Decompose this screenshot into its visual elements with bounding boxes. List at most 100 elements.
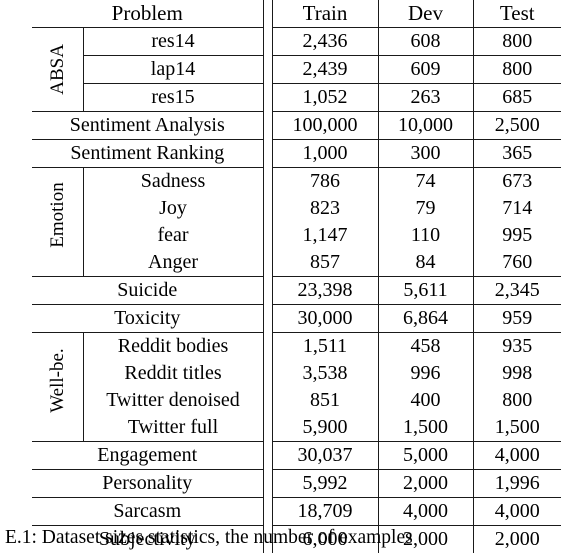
cell-test: 1,500 <box>473 414 561 442</box>
cell-dev: 110 <box>378 222 473 249</box>
cell-test: 760 <box>473 249 561 277</box>
cell-train: 1,147 <box>272 222 378 249</box>
cell-train: 1,511 <box>272 333 378 361</box>
cell-train: 2,436 <box>272 28 378 56</box>
table-row: Suicide23,3985,6112,345 <box>32 277 561 305</box>
cell-train: 857 <box>272 249 378 277</box>
cell-dev: 996 <box>378 360 473 387</box>
cell-train: 23,398 <box>272 277 378 305</box>
cell-dev: 609 <box>378 56 473 84</box>
cell-train: 823 <box>272 195 378 222</box>
cell-dev: 400 <box>378 387 473 414</box>
column-divider-double-rule <box>263 28 272 56</box>
cell-problem: Sentiment Ranking <box>32 140 263 168</box>
cell-dev: 10,000 <box>378 112 473 140</box>
column-divider-double-rule <box>263 195 272 222</box>
row-group-label-emotion: Emotion <box>32 168 83 277</box>
cell-test: 1,996 <box>473 470 561 498</box>
cell-train: 5,900 <box>272 414 378 442</box>
cell-dev: 300 <box>378 140 473 168</box>
cell-test: 2,500 <box>473 112 561 140</box>
row-group-label-text: Well-be. <box>48 362 67 413</box>
cell-problem: res15 <box>83 84 263 112</box>
column-divider-double-rule <box>263 140 272 168</box>
cell-problem: fear <box>83 222 263 249</box>
table-body: ProblemTrainDevTestABSAres142,436608800l… <box>32 0 561 553</box>
table-caption: le E.1: Dataset sizes statistics, the nu… <box>0 527 582 548</box>
cell-test: 714 <box>473 195 561 222</box>
cell-problem: Reddit titles <box>83 360 263 387</box>
dataset-statistics-table-container: ProblemTrainDevTestABSAres142,436608800l… <box>32 0 561 553</box>
cell-problem: res14 <box>83 28 263 56</box>
cell-dev: 74 <box>378 168 473 196</box>
table-row: fear 1,147110995 <box>32 222 561 249</box>
column-header-problem: Problem <box>32 0 263 28</box>
cell-test: 4,000 <box>473 442 561 470</box>
cell-test: 959 <box>473 305 561 333</box>
cell-problem: lap14 <box>83 56 263 84</box>
column-divider-double-rule <box>263 0 272 28</box>
column-divider-double-rule <box>263 112 272 140</box>
table-row: Well-be.Reddit bodies1,511458935 <box>32 333 561 361</box>
cell-problem: Sadness <box>83 168 263 196</box>
cell-problem: Engagement <box>32 442 263 470</box>
cell-train: 3,538 <box>272 360 378 387</box>
table-row: Twitter full5,9001,5001,500 <box>32 414 561 442</box>
table-row: EmotionSadness78674673 <box>32 168 561 196</box>
table-row: lap14 2,439609800 <box>32 56 561 84</box>
column-header-dev: Dev <box>378 0 473 28</box>
cell-train: 18,709 <box>272 498 378 526</box>
row-group-label-absa: ABSA <box>32 28 83 112</box>
cell-train: 2,439 <box>272 56 378 84</box>
column-divider-double-rule <box>263 168 272 196</box>
cell-test: 685 <box>473 84 561 112</box>
cell-test: 4,000 <box>473 498 561 526</box>
cell-train: 30,037 <box>272 442 378 470</box>
column-divider-double-rule <box>263 277 272 305</box>
cell-problem: Toxicity <box>32 305 263 333</box>
cell-problem: Twitter denoised <box>83 387 263 414</box>
table-row: Sarcasm18,7094,0004,000 <box>32 498 561 526</box>
table-caption-text: le E.1: Dataset sizes statistics, the nu… <box>0 527 582 548</box>
column-divider-double-rule <box>263 360 272 387</box>
column-divider-double-rule <box>263 470 272 498</box>
cell-dev: 79 <box>378 195 473 222</box>
cell-test: 365 <box>473 140 561 168</box>
cell-test: 995 <box>473 222 561 249</box>
column-divider-double-rule <box>263 249 272 277</box>
cell-train: 5,992 <box>272 470 378 498</box>
table-header-row: ProblemTrainDevTest <box>32 0 561 28</box>
cell-dev: 2,000 <box>378 470 473 498</box>
cell-dev: 84 <box>378 249 473 277</box>
table-row: Sentiment Analysis100,00010,0002,500 <box>32 112 561 140</box>
column-divider-double-rule <box>263 387 272 414</box>
column-divider-double-rule <box>263 222 272 249</box>
cell-train: 1,000 <box>272 140 378 168</box>
column-divider-double-rule <box>263 305 272 333</box>
cell-dev: 458 <box>378 333 473 361</box>
cell-dev: 5,000 <box>378 442 473 470</box>
cell-train: 30,000 <box>272 305 378 333</box>
table-row: Engagement 30,0375,0004,000 <box>32 442 561 470</box>
cell-problem: Joy <box>83 195 263 222</box>
cell-problem: Sarcasm <box>32 498 263 526</box>
table-row: Reddit titles3,538996998 <box>32 360 561 387</box>
cell-train: 1,052 <box>272 84 378 112</box>
cell-test: 800 <box>473 56 561 84</box>
cell-train: 851 <box>272 387 378 414</box>
cell-dev: 608 <box>378 28 473 56</box>
column-divider-double-rule <box>263 333 272 361</box>
row-group-label-text: ABSA <box>48 44 67 95</box>
table-row: ABSAres142,436608800 <box>32 28 561 56</box>
table-row: Sentiment Ranking 1,000300365 <box>32 140 561 168</box>
table-row: Toxicity30,0006,864959 <box>32 305 561 333</box>
cell-train: 786 <box>272 168 378 196</box>
table-row: Joy 82379714 <box>32 195 561 222</box>
cell-test: 800 <box>473 28 561 56</box>
table-row: Anger 85784760 <box>32 249 561 277</box>
cell-dev: 4,000 <box>378 498 473 526</box>
cell-problem: Personality <box>32 470 263 498</box>
row-group-label-text: Emotion <box>48 197 67 248</box>
cell-problem: Anger <box>83 249 263 277</box>
column-divider-double-rule <box>263 442 272 470</box>
